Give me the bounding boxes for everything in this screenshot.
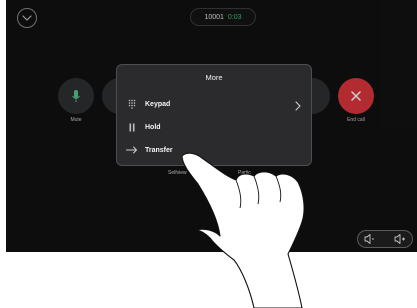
more-menu-title: More bbox=[205, 73, 223, 82]
menu-item-transfer-label: Transfer bbox=[145, 146, 173, 154]
menu-item-keypad[interactable]: Keypad bbox=[125, 95, 305, 113]
transfer-arrow-icon bbox=[125, 144, 139, 156]
chevron-right-icon bbox=[295, 98, 301, 116]
menu-item-hold-label: Hold bbox=[145, 123, 161, 131]
hold-icon bbox=[125, 121, 139, 133]
hand-pointer-illustration bbox=[181, 152, 305, 308]
menu-item-keypad-label: Keypad bbox=[145, 100, 171, 108]
menu-item-hold[interactable]: Hold bbox=[125, 118, 305, 136]
keypad-icon bbox=[125, 98, 139, 110]
stage: 10001 0:03 Mute Sto p End call Selfview … bbox=[0, 0, 417, 308]
